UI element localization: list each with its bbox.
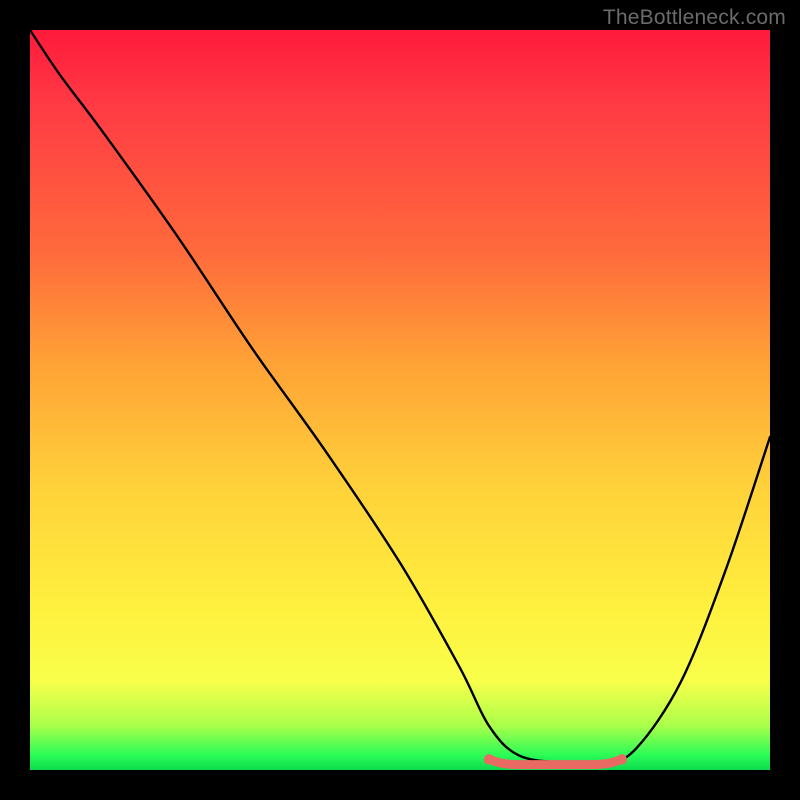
chart-gradient-background bbox=[30, 30, 770, 770]
watermark-text: TheBottleneck.com bbox=[603, 6, 786, 30]
chart-frame bbox=[30, 30, 770, 770]
